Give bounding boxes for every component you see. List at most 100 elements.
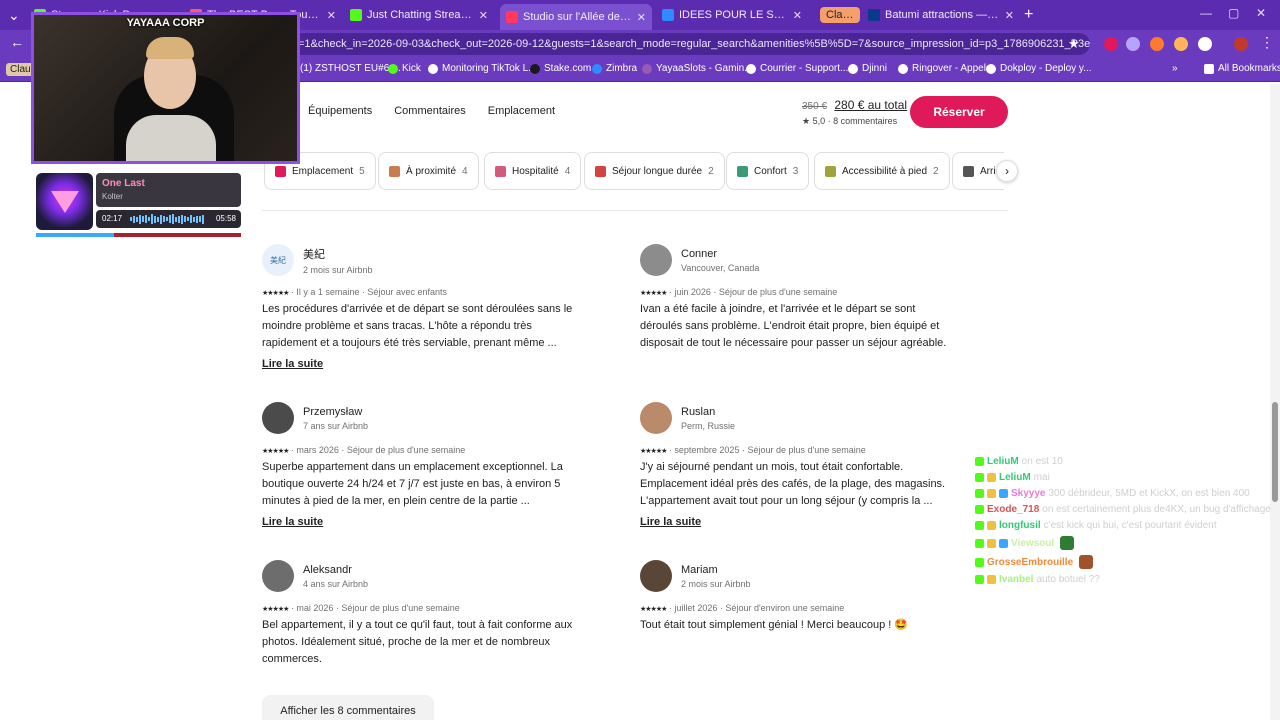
subnav-amenities[interactable]: Équipements — [308, 105, 372, 117]
extension-icon[interactable] — [1150, 37, 1164, 51]
extension-icon[interactable] — [1174, 37, 1188, 51]
review-category-chip[interactable]: Accessibilité à pied 2 — [814, 152, 950, 190]
avatar[interactable] — [640, 244, 672, 276]
bookmark-item[interactable]: Ringover - Appels — [898, 63, 991, 74]
chevron-right-icon[interactable]: › — [996, 160, 1018, 182]
back-icon[interactable]: ← — [10, 34, 24, 50]
review-category-chip[interactable]: Confort 3 — [726, 152, 810, 190]
avatar[interactable] — [262, 402, 294, 434]
all-bookmarks-link[interactable]: All Bookmarks — [1204, 63, 1280, 74]
reviewer-name: Aleksandr — [303, 563, 352, 576]
chat-message: LeliuM mai — [975, 472, 1275, 483]
bookmark-star-icon[interactable]: ★ — [1068, 36, 1080, 52]
tab-search-icon[interactable]: ⌄ — [8, 7, 20, 24]
album-art — [36, 173, 93, 230]
extension-icon[interactable] — [1126, 37, 1140, 51]
close-tab-icon[interactable]: ✕ — [793, 9, 802, 22]
chat-badge-icon — [999, 538, 1008, 548]
browser-tab[interactable]: Studio sur l'Allée des Héros – A ✕ — [500, 4, 652, 30]
tab-favicon-icon — [506, 11, 518, 23]
browser-tab[interactable]: Just Chatting Streaming – Live ✕ — [344, 4, 494, 26]
chat-badge-icon — [987, 489, 996, 498]
more-bookmarks-icon[interactable]: » — [1172, 63, 1178, 74]
new-tab-button[interactable]: + — [1024, 6, 1033, 24]
review-card: Przemysław 7 ans sur Airbnb ★★★★★ · mars 2… — [262, 402, 582, 530]
bookmark-item[interactable]: Djinni — [848, 63, 887, 74]
close-window-icon[interactable]: ✕ — [1256, 6, 1266, 20]
subnav-location[interactable]: Emplacement — [488, 105, 555, 117]
maximize-icon[interactable]: ▢ — [1228, 6, 1239, 20]
waveform-bar — [142, 216, 144, 222]
review-category-chip[interactable]: Séjour longue durée 2 — [584, 152, 725, 190]
review-card: Aleksandr 4 ans sur Airbnb ★★★★★ · mai 202… — [262, 560, 582, 668]
reviewer-name: Ruslan — [681, 405, 716, 418]
review-card: Ruslan Perm, Russie ★★★★★ · septembre 2025… — [640, 402, 960, 530]
chat-badge-icon — [999, 489, 1008, 498]
chat-message: Viewsoul — [975, 536, 1275, 550]
profile-avatar[interactable] — [1234, 37, 1248, 51]
star-rating-icon: ★★★★★ — [640, 290, 667, 297]
chat-badge-icon — [975, 575, 984, 584]
read-more-link[interactable]: Lire la suite — [640, 516, 701, 528]
chat-username: GrosseEmbrouille — [987, 556, 1074, 568]
waveform-bar — [133, 215, 135, 223]
original-price: 350 € — [802, 101, 828, 112]
review-text: Les procédures d'arrivée et de départ se… — [262, 303, 573, 349]
chat-text: c'est kick qui bui, c'est pourtant évide… — [1043, 520, 1217, 531]
avatar[interactable]: 美紀 — [262, 244, 294, 276]
bookmark-item[interactable]: (1) ZSTHOST EU#6-... — [286, 63, 401, 74]
review-category-chip[interactable]: Hospitalité 4 — [484, 152, 582, 190]
close-tab-icon[interactable]: ✕ — [637, 11, 646, 24]
bookmark-item[interactable]: Dokploy - Deploy y... — [986, 63, 1092, 74]
extensions-puzzle-icon[interactable] — [1198, 37, 1212, 51]
browser-tab[interactable]: IDEES POUR LE STREAM YAYA ✕ — [656, 4, 808, 26]
review-meta: ★★★★★ · mars 2026 · Séjour de plus d'une… — [262, 445, 466, 455]
bookmark-item[interactable]: Monitoring TikTok L... — [428, 63, 536, 74]
avatar[interactable] — [640, 402, 672, 434]
extension-icon[interactable] — [1104, 37, 1118, 51]
review-text: J'y ai séjourné pendant un mois, tout ét… — [640, 461, 946, 507]
category-icon — [495, 165, 506, 177]
menu-icon[interactable]: ⋮ — [1260, 34, 1274, 51]
url-input[interactable]: =1&check_in=2026-09-03&check_out=2026-09… — [290, 33, 1090, 55]
read-more-link[interactable]: Lire la suite — [262, 516, 323, 528]
webcam-label: YAYAAA CORP — [126, 17, 205, 29]
bookmark-favicon-icon — [986, 63, 996, 74]
chat-badge-icon — [987, 538, 996, 548]
bookmark-item[interactable]: Stake.com — [530, 63, 591, 74]
read-more-link[interactable]: Lire la suite — [262, 358, 323, 370]
tab-favicon-icon — [350, 9, 362, 21]
reviewer-subtitle: Vancouver, Canada — [681, 262, 760, 273]
minimize-icon[interactable]: — — [1200, 6, 1212, 20]
tab-label: Claude — [826, 9, 854, 21]
reviewer-subtitle: Perm, Russie — [681, 420, 736, 431]
review-meta: ★★★★★ · septembre 2025 · Séjour de plus … — [640, 445, 866, 455]
browser-tab[interactable]: Batumi attractions — Booking ✕ — [862, 4, 1020, 26]
bookmark-item[interactable]: Kick — [388, 63, 421, 74]
bookmark-item[interactable]: YayaaSlots - Gamin... — [642, 63, 753, 74]
waveform-bar — [163, 216, 165, 222]
review-category-chip[interactable]: À proximité 4 — [378, 152, 479, 190]
waveform-bar — [175, 216, 177, 222]
chat-badge-icon — [975, 538, 984, 548]
category-icon — [963, 165, 974, 177]
bookmark-item[interactable]: Zimbra — [592, 63, 637, 74]
waveform-bar — [172, 214, 174, 224]
chat-message: Exode_718 on est certainement plus de4KX,… — [975, 504, 1275, 515]
subnav-reviews[interactable]: Commentaires — [394, 105, 466, 117]
total-price[interactable]: 280 € au total — [834, 98, 907, 112]
close-tab-icon[interactable]: ✕ — [327, 9, 336, 22]
avatar[interactable] — [262, 560, 294, 592]
chat-badge-icon — [975, 557, 984, 567]
close-tab-icon[interactable]: ✕ — [1005, 9, 1014, 22]
bookmark-item[interactable]: Courrier - Support... — [746, 63, 848, 74]
show-all-reviews-button[interactable]: Afficher les 8 commentaires — [262, 695, 434, 720]
tab-label: Studio sur l'Allée des Héros – A — [523, 11, 632, 23]
avatar[interactable] — [640, 560, 672, 592]
waveform-bar — [196, 215, 198, 223]
close-tab-icon[interactable]: ✕ — [479, 9, 488, 22]
chat-badge-icon — [975, 521, 984, 530]
reserve-button[interactable]: Réserver — [910, 96, 1008, 128]
chat-badge-icon — [987, 575, 996, 584]
browser-tab[interactable]: Claude — [820, 7, 860, 23]
